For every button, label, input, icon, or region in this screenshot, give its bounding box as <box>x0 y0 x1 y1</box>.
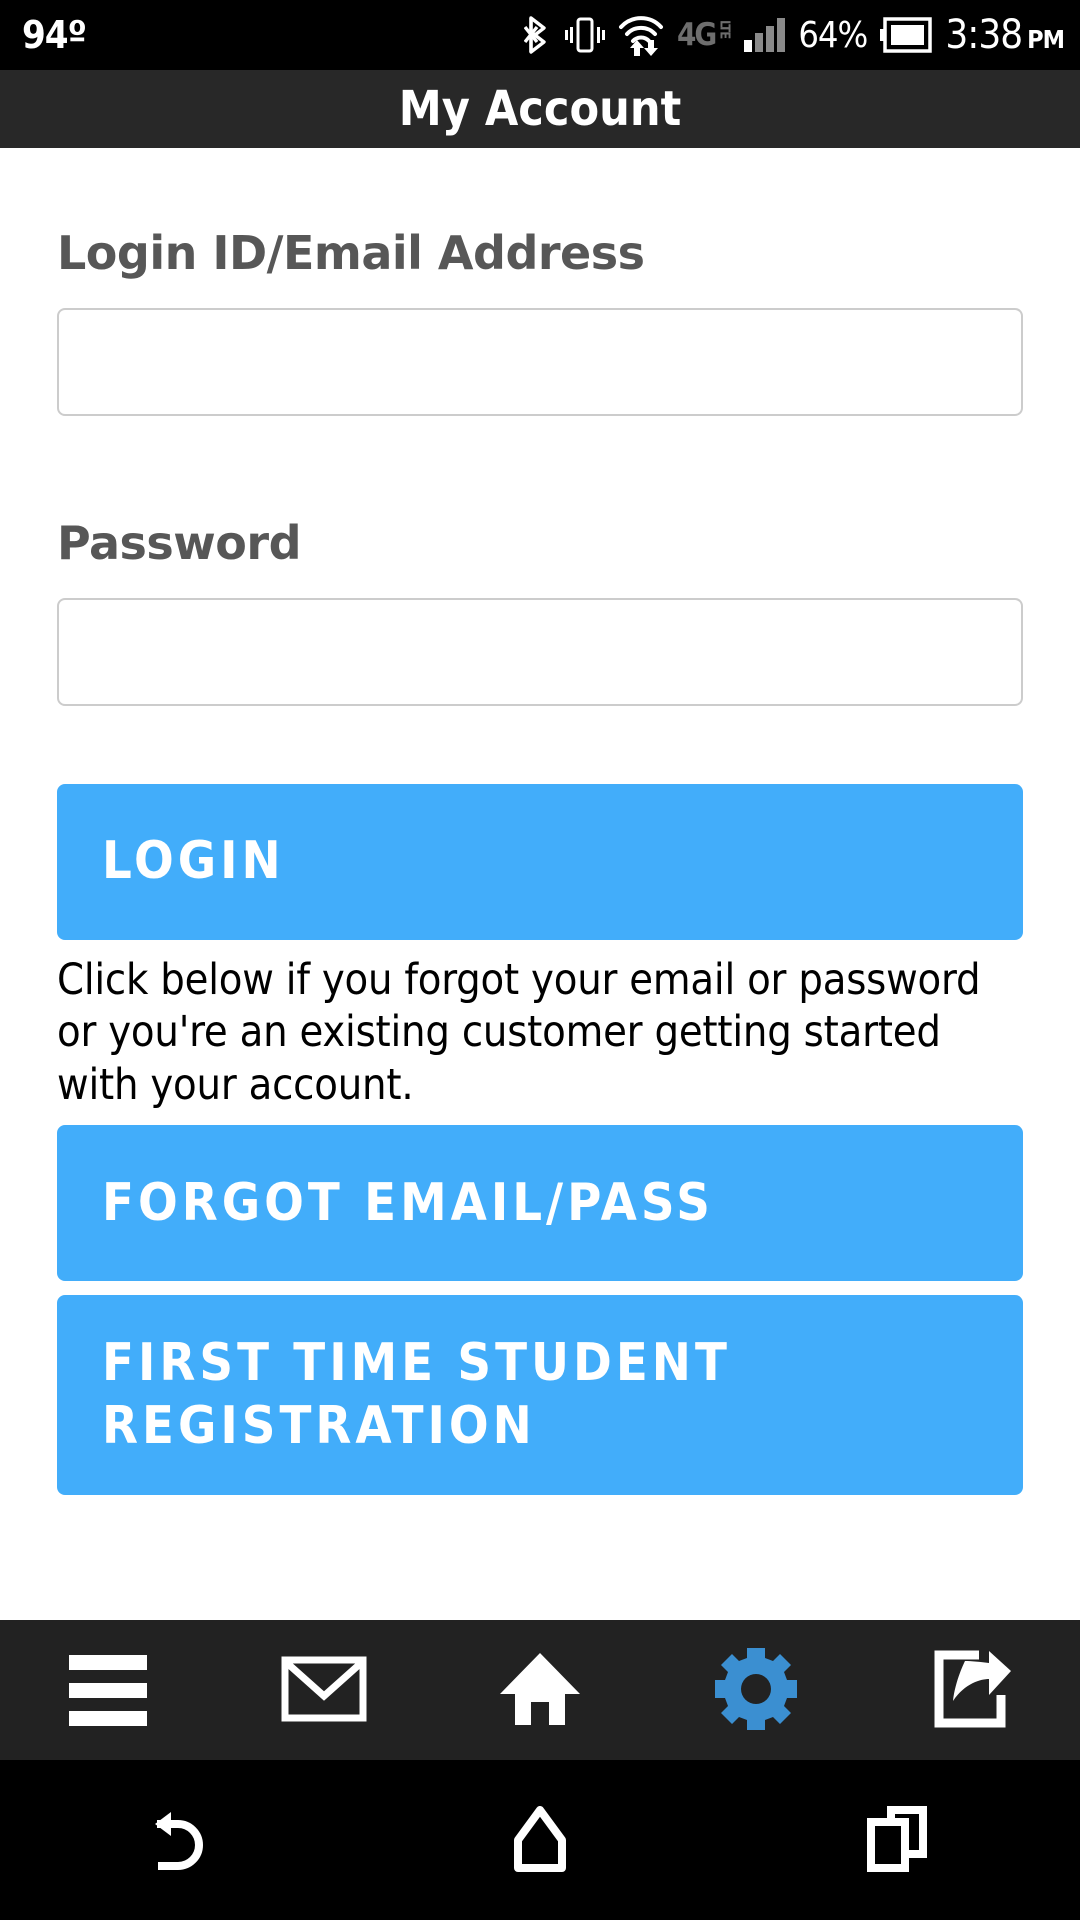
page-title: My Account <box>398 81 682 137</box>
android-nav-bar <box>0 1760 1080 1920</box>
main-content: Login ID/Email Address Password LOGIN Cl… <box>0 148 1080 1620</box>
home-icon <box>510 1805 570 1875</box>
status-bar-left: 94º <box>22 13 87 57</box>
forgot-button-label: FORGOT EMAIL/PASS <box>102 1172 714 1233</box>
bluetooth-icon <box>524 14 552 56</box>
password-label: Password <box>57 516 302 570</box>
home-icon <box>497 1650 583 1731</box>
wifi-data-icon <box>618 13 664 57</box>
login-id-label: Login ID/Email Address <box>57 226 645 280</box>
nav-home-button[interactable] <box>440 1760 640 1920</box>
envelope-icon <box>281 1656 367 1725</box>
menu-icon <box>69 1654 147 1726</box>
title-bar: My Account <box>0 70 1080 148</box>
first-time-student-registration-button[interactable]: FIRST TIME STUDENT REGISTRATION <box>57 1295 1023 1496</box>
login-id-input[interactable] <box>57 308 1023 416</box>
toolbar-menu-button[interactable] <box>23 1620 193 1760</box>
nav-recents-button[interactable] <box>800 1760 1000 1920</box>
nav-back-button[interactable] <box>80 1760 280 1920</box>
share-icon <box>931 1649 1013 1732</box>
clock: 3:38 PM <box>945 12 1065 58</box>
help-text: Click below if you forgot your email or … <box>57 955 981 1110</box>
status-bar: 94º 4G LTE 64% 3:38 PM <box>0 0 1080 70</box>
recents-icon <box>865 1805 935 1875</box>
toolbar-share-button[interactable] <box>887 1620 1057 1760</box>
toolbar-home-button[interactable] <box>455 1620 625 1760</box>
network-type-indicator: 4G LTE <box>677 17 732 53</box>
battery-percent-label: 64% <box>798 14 868 56</box>
login-button-label: LOGIN <box>102 831 285 892</box>
vibrate-icon <box>565 14 606 56</box>
password-input[interactable] <box>57 598 1023 706</box>
gear-icon <box>715 1647 797 1733</box>
status-bar-right: 4G LTE 64% 3:38 PM <box>524 12 1065 58</box>
temperature-indicator: 94º <box>22 13 87 57</box>
login-button[interactable]: LOGIN <box>57 784 1023 940</box>
register-button-label: FIRST TIME STUDENT REGISTRATION <box>102 1332 731 1457</box>
forgot-email-pass-button[interactable]: FORGOT EMAIL/PASS <box>57 1125 1023 1282</box>
signal-bars-icon <box>744 18 786 52</box>
battery-icon <box>880 17 933 53</box>
toolbar-settings-button[interactable] <box>671 1620 841 1760</box>
back-icon <box>147 1806 213 1875</box>
bottom-toolbar <box>0 1620 1080 1760</box>
toolbar-messages-button[interactable] <box>239 1620 409 1760</box>
